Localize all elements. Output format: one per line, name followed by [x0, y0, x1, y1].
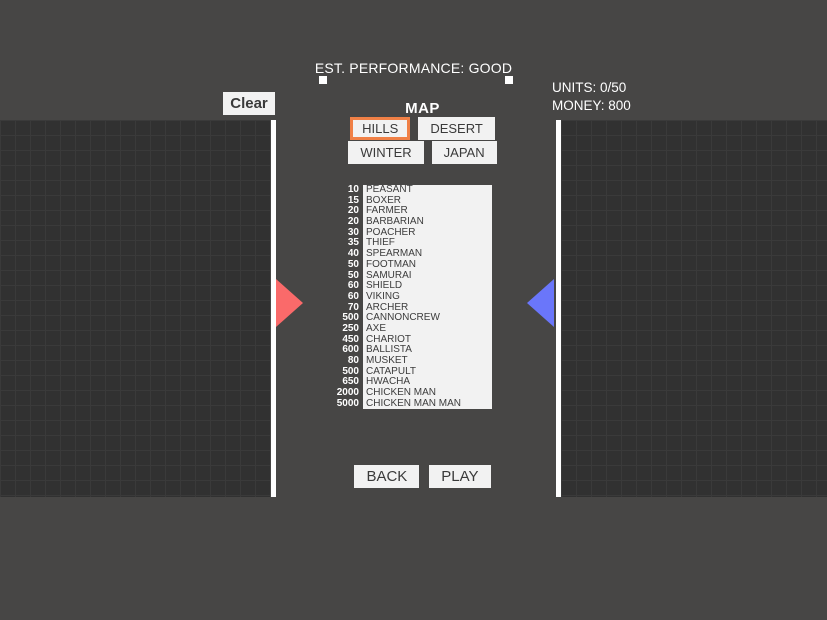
- performance-marker-left-icon: [319, 76, 327, 84]
- unit-row[interactable]: 60 VIKING: [328, 290, 492, 303]
- unit-name[interactable]: FOOTMAN: [363, 259, 492, 271]
- estimated-performance-label: EST. PERFORMANCE: GOOD: [314, 60, 513, 76]
- unit-name[interactable]: SHIELD: [363, 281, 492, 292]
- footer-actions: BACK PLAY: [330, 465, 515, 488]
- map-option-winter[interactable]: WINTER: [348, 141, 424, 164]
- unit-cost: 60: [347, 290, 359, 302]
- battlefield-left-team[interactable]: [0, 120, 270, 497]
- play-button[interactable]: PLAY: [429, 465, 491, 488]
- battlefield-right-team[interactable]: [561, 120, 827, 497]
- unit-name[interactable]: POACHER: [363, 227, 492, 239]
- unit-name[interactable]: BOXER: [363, 195, 492, 207]
- map-option-hills[interactable]: HILLS: [350, 117, 411, 140]
- unit-name[interactable]: MUSKET: [363, 356, 492, 367]
- unit-name[interactable]: AXE: [363, 323, 492, 335]
- unit-name[interactable]: CATAPULT: [363, 366, 492, 378]
- back-button[interactable]: BACK: [354, 465, 420, 488]
- units-counter: UNITS: 0/50: [552, 80, 627, 95]
- deploy-line-right: [556, 120, 561, 497]
- money-counter: MONEY: 800: [552, 98, 631, 113]
- map-section-title: MAP: [405, 100, 440, 117]
- unit-name[interactable]: CHICKEN MAN: [363, 388, 492, 399]
- unit-name[interactable]: FARMER: [363, 206, 492, 218]
- map-row-bottom: WINTER JAPAN: [330, 141, 515, 164]
- arrow-right-pointing-red-icon: [276, 279, 303, 327]
- unit-name[interactable]: SAMURAI: [363, 270, 492, 282]
- performance-marker-right-icon: [505, 76, 513, 84]
- unit-name[interactable]: ARCHER: [363, 302, 492, 314]
- map-row-top: HILLS DESERT: [330, 117, 515, 140]
- unit-name[interactable]: SPEARMAN: [363, 249, 492, 260]
- unit-name[interactable]: CHICKEN MAN MAN: [363, 398, 492, 410]
- arrow-left-pointing-blue-icon: [527, 279, 554, 327]
- unit-name[interactable]: BALLISTA: [363, 345, 492, 356]
- resource-stats: UNITS: 0/50 MONEY: 800: [552, 79, 631, 115]
- unit-cost: 50: [347, 258, 359, 270]
- unit-name[interactable]: HWACHA: [363, 377, 492, 389]
- unit-name[interactable]: THIEF: [363, 238, 492, 250]
- unit-name[interactable]: VIKING: [363, 291, 492, 303]
- unit-roster-list: 10 PEASANT 15 BOXER 20 FARMER 20 BARBARIAN 30 POA…: [328, 184, 492, 410]
- unit-name[interactable]: PEASANT: [363, 185, 492, 196]
- map-option-desert[interactable]: DESERT: [418, 117, 495, 140]
- unit-name[interactable]: CANNONCREW: [363, 313, 492, 324]
- unit-name[interactable]: BARBARIAN: [363, 217, 492, 228]
- clear-button[interactable]: Clear: [223, 92, 275, 115]
- unit-row[interactable]: 5000 CHICKEN MAN MAN: [328, 397, 492, 410]
- unit-name[interactable]: CHARIOT: [363, 334, 492, 346]
- map-option-japan[interactable]: JAPAN: [431, 141, 497, 164]
- unit-cost: 5000: [336, 397, 359, 409]
- map-selector: HILLS DESERT WINTER JAPAN: [330, 117, 515, 168]
- unit-row[interactable]: 50 FOOTMAN: [328, 258, 492, 271]
